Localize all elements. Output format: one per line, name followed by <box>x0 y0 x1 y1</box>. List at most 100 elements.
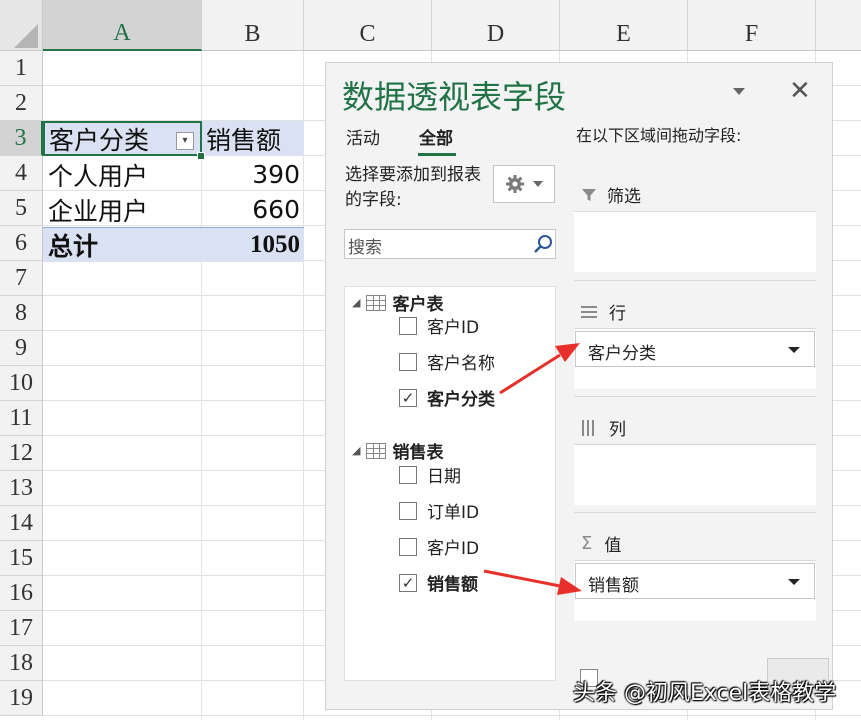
row-header[interactable]: 9 <box>0 331 43 366</box>
field-checkbox[interactable] <box>399 316 417 335</box>
row-header[interactable]: 12 <box>0 436 43 471</box>
rows-field-chip[interactable]: 客户分类 <box>575 331 815 367</box>
search-icon[interactable] <box>532 234 554 254</box>
row-header[interactable]: 3 <box>0 121 43 156</box>
chevron-down-icon[interactable] <box>788 347 800 353</box>
table-name: 销售表 <box>392 443 444 463</box>
field-label: 订单ID <box>427 503 480 523</box>
values-field-chip[interactable]: 销售额 <box>575 563 815 599</box>
row-header[interactable]: 15 <box>0 541 43 576</box>
field-checkbox[interactable] <box>399 352 417 371</box>
row-header[interactable]: 8 <box>0 296 43 331</box>
pivot-value-header[interactable]: 销售额 <box>206 121 304 156</box>
select-all-triangle-icon <box>14 24 38 48</box>
field-item[interactable]: 客户ID <box>399 313 479 338</box>
field-settings-button[interactable] <box>493 165 555 203</box>
field-label: 客户分类 <box>427 390 495 410</box>
filters-area-header: 筛选 <box>581 182 641 207</box>
table-icon <box>366 294 387 311</box>
values-chip-label: 销售额 <box>588 576 639 596</box>
column-header-a[interactable]: A <box>43 0 202 51</box>
column-header-f[interactable]: F <box>688 0 816 51</box>
table-node-sales[interactable]: ◢ 销售表 <box>352 438 443 463</box>
row-header[interactable]: 11 <box>0 401 43 436</box>
rows-area-header: 行 <box>581 299 626 324</box>
values-area-header: Σ 值 <box>581 531 621 556</box>
column-header-b[interactable]: B <box>202 0 304 51</box>
chevron-down-icon[interactable] <box>788 579 800 585</box>
table-node-customer[interactable]: ◢ 客户表 <box>352 290 443 315</box>
filter-dropdown-button[interactable]: ▾ <box>176 132 194 150</box>
area-divider <box>574 512 816 513</box>
row-header[interactable]: 1 <box>0 51 43 86</box>
field-checkbox-checked[interactable]: ✓ <box>399 388 417 407</box>
field-item[interactable]: 客户名称 <box>399 349 495 374</box>
pivot-row-label[interactable]: 企业用户 <box>48 192 198 227</box>
chevron-down-icon <box>533 181 543 187</box>
column-header-g[interactable] <box>816 0 861 51</box>
pivot-row-value[interactable]: 660 <box>202 192 300 227</box>
choose-fields-label: 选择要添加到报表的字段: <box>345 165 481 210</box>
field-checkbox[interactable] <box>399 465 417 484</box>
columns-icon <box>582 419 594 436</box>
row-header[interactable]: 16 <box>0 576 43 611</box>
column-header-e[interactable]: E <box>560 0 688 51</box>
field-checkbox[interactable] <box>399 537 417 556</box>
row-header[interactable]: 5 <box>0 191 43 226</box>
drag-fields-label: 在以下区域间拖动字段: <box>576 126 742 145</box>
collapse-caret-icon[interactable]: ◢ <box>352 296 360 309</box>
pivot-row-label-header[interactable]: 客户分类 ▾ <box>43 121 202 156</box>
column-header-d[interactable]: D <box>432 0 560 51</box>
table-icon <box>366 442 387 459</box>
field-label: 客户ID <box>427 539 480 559</box>
close-icon[interactable]: ✕ <box>789 76 811 106</box>
row-header[interactable]: 6 <box>0 226 43 261</box>
row-header[interactable]: 4 <box>0 156 43 191</box>
grid-row-line <box>43 715 861 716</box>
filters-area-label: 筛选 <box>607 187 641 207</box>
filters-drop-zone[interactable] <box>574 211 816 272</box>
field-label: 客户ID <box>427 318 480 338</box>
tab-all[interactable]: 全部 <box>419 124 453 149</box>
gear-icon <box>506 175 524 193</box>
row-header[interactable]: 19 <box>0 681 43 716</box>
field-item[interactable]: 订单ID <box>399 498 479 523</box>
area-divider <box>574 396 816 397</box>
tab-active[interactable]: 活动 <box>346 124 380 149</box>
pane-options-dropdown-icon[interactable] <box>733 88 745 95</box>
table-name: 客户表 <box>392 295 444 315</box>
field-item[interactable]: 客户ID <box>399 534 479 559</box>
row-header[interactable]: 17 <box>0 611 43 646</box>
field-item[interactable]: 日期 <box>399 462 461 487</box>
watermark-text: 头条 @初风Excel表格教学 <box>573 681 837 706</box>
pivot-total-value[interactable]: 1050 <box>202 227 300 262</box>
columns-area-label: 列 <box>609 420 626 440</box>
rows-area-label: 行 <box>609 304 626 324</box>
field-item[interactable]: ✓ 销售额 <box>399 570 478 595</box>
row-header[interactable]: 14 <box>0 506 43 541</box>
pivot-row-label-text: 客户分类 <box>49 125 150 155</box>
field-label: 销售额 <box>427 575 478 595</box>
pivot-row-value[interactable]: 390 <box>202 157 300 192</box>
field-label: 日期 <box>427 467 461 487</box>
area-divider <box>574 280 816 281</box>
column-header-c[interactable]: C <box>304 0 432 51</box>
field-checkbox-checked[interactable]: ✓ <box>399 573 417 592</box>
field-item[interactable]: ✓ 客户分类 <box>399 385 495 410</box>
tab-underline <box>418 153 456 156</box>
collapse-caret-icon[interactable]: ◢ <box>352 444 360 457</box>
field-label: 客户名称 <box>427 354 495 374</box>
pivot-row-label[interactable]: 个人用户 <box>48 157 198 192</box>
columns-drop-zone[interactable] <box>574 444 816 505</box>
rows-chip-label: 客户分类 <box>588 344 656 364</box>
row-header[interactable]: 2 <box>0 86 43 121</box>
row-header[interactable]: 13 <box>0 471 43 506</box>
funnel-icon <box>582 188 596 201</box>
row-header[interactable]: 7 <box>0 261 43 296</box>
pivot-total-label[interactable]: 总计 <box>48 227 198 262</box>
field-checkbox[interactable] <box>399 501 417 520</box>
values-area-label: 值 <box>604 536 622 556</box>
columns-area-header: 列 <box>581 415 626 440</box>
row-header[interactable]: 10 <box>0 366 43 401</box>
row-header[interactable]: 18 <box>0 646 43 681</box>
